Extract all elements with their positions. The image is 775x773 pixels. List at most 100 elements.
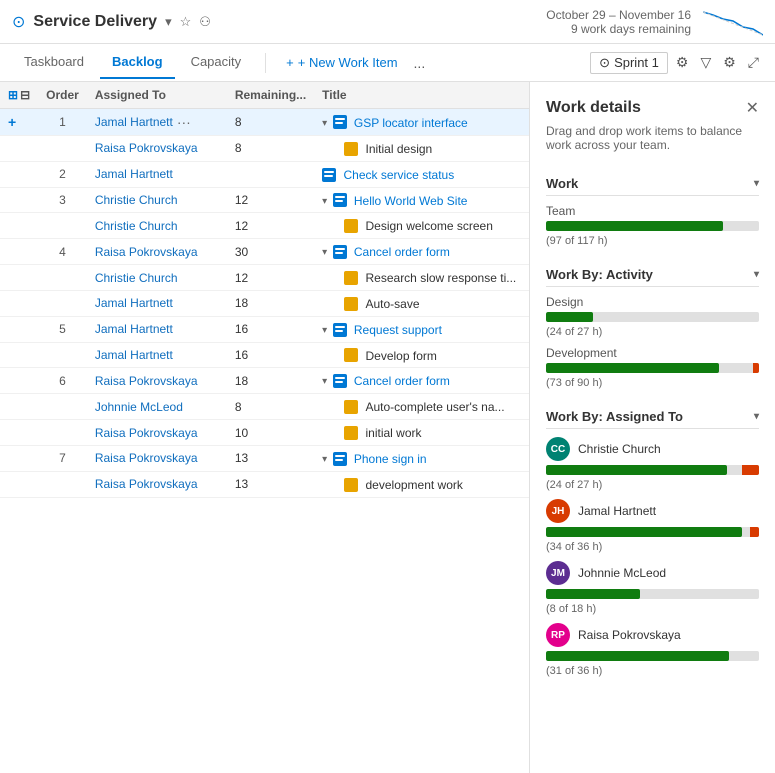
assigned-link[interactable]: Raisa Pokrovskaya bbox=[95, 426, 198, 440]
christie-bar-container bbox=[546, 465, 759, 475]
assigned-cell: Raisa Pokrovskaya bbox=[87, 420, 227, 446]
work-by-activity-header[interactable]: Work By: Activity ▾ bbox=[546, 259, 759, 287]
new-work-item-button[interactable]: + + New Work Item bbox=[278, 51, 405, 74]
person-name: Christie Church bbox=[578, 442, 661, 456]
collapse-arrow[interactable]: ▾ bbox=[322, 454, 327, 465]
close-button[interactable]: ✕ bbox=[746, 98, 759, 118]
item-title[interactable]: Phone sign in bbox=[354, 452, 427, 466]
person-name: Raisa Pokrovskaya bbox=[578, 628, 681, 642]
work-by-activity-section: Work By: Activity ▾ Design (24 of 27 h) … bbox=[546, 259, 759, 389]
design-bar-container bbox=[546, 312, 759, 322]
table-row: Christie Church 12 Research slow respons… bbox=[0, 265, 529, 291]
add-cell[interactable]: + bbox=[0, 109, 38, 136]
title-cell: Develop form bbox=[314, 342, 529, 368]
new-work-item-label: + New Work Item bbox=[298, 55, 398, 70]
title-cell: ▾ Request support bbox=[314, 316, 529, 342]
assigned-link[interactable]: Jamal Hartnett bbox=[95, 296, 173, 310]
item-title[interactable]: Cancel order form bbox=[354, 245, 450, 259]
assigned-link[interactable]: Jamal Hartnett bbox=[95, 167, 173, 181]
collapse-arrow[interactable]: ▾ bbox=[322, 325, 327, 336]
sprint-icon: ⊙ bbox=[599, 55, 610, 71]
title-cell: Initial design bbox=[314, 136, 529, 162]
title-cell: ▾ Cancel order form bbox=[314, 368, 529, 394]
row-dots-button[interactable]: ··· bbox=[177, 114, 191, 130]
filter-icon[interactable]: ▽ bbox=[696, 52, 715, 73]
tab-backlog[interactable]: Backlog bbox=[100, 46, 175, 79]
tab-taskboard[interactable]: Taskboard bbox=[12, 46, 96, 79]
item-title[interactable]: Check service status bbox=[344, 168, 455, 182]
collapse-arrow[interactable]: ▾ bbox=[322, 118, 327, 129]
team-bar-fill bbox=[546, 221, 723, 231]
item-title[interactable]: Develop form bbox=[366, 348, 437, 362]
table-row: Jamal Hartnett 16 Develop form bbox=[0, 342, 529, 368]
chevron-down-icon[interactable]: ▾ bbox=[165, 14, 172, 30]
settings-icon[interactable]: ⚙ bbox=[719, 52, 740, 73]
assigned-cell: Raisa Pokrovskaya bbox=[87, 368, 227, 394]
item-title[interactable]: initial work bbox=[366, 426, 422, 440]
item-title[interactable]: Initial design bbox=[366, 142, 433, 156]
item-title[interactable]: Request support bbox=[354, 323, 442, 337]
assigned-link[interactable]: Jamal Hartnett bbox=[95, 348, 173, 362]
title-cell: development work bbox=[314, 471, 529, 497]
work-item-icon bbox=[333, 245, 347, 259]
item-title[interactable]: Auto-complete user's na... bbox=[366, 400, 505, 414]
add-cell bbox=[0, 368, 38, 394]
add-icon[interactable]: ⊞ bbox=[8, 88, 18, 102]
remaining-cell bbox=[227, 161, 314, 187]
remaining-cell: 8 bbox=[227, 394, 314, 420]
assigned-link[interactable]: Raisa Pokrovskaya bbox=[95, 245, 198, 259]
item-title[interactable]: Hello World Web Site bbox=[354, 193, 468, 207]
assigned-link[interactable]: Christie Church bbox=[95, 271, 178, 285]
assigned-link[interactable]: Christie Church bbox=[95, 219, 178, 233]
work-item-icon bbox=[322, 168, 336, 182]
table-row: 7 Raisa Pokrovskaya 13 ▾ Phone sign in bbox=[0, 445, 529, 471]
assigned-link[interactable]: Christie Church bbox=[95, 193, 178, 207]
work-by-assigned-header[interactable]: Work By: Assigned To ▾ bbox=[546, 401, 759, 429]
item-title[interactable]: development work bbox=[366, 478, 463, 492]
assigned-link[interactable]: Raisa Pokrovskaya bbox=[95, 477, 198, 491]
assigned-cell: Christie Church bbox=[87, 187, 227, 213]
work-details-panel: Work details ✕ Drag and drop work items … bbox=[530, 82, 775, 773]
table-row: Raisa Pokrovskaya 10 initial work bbox=[0, 420, 529, 446]
assigned-link[interactable]: Raisa Pokrovskaya bbox=[95, 141, 198, 155]
collapse-arrow[interactable]: ▾ bbox=[322, 376, 327, 387]
table-row: Christie Church 12 Design welcome screen bbox=[0, 213, 529, 239]
table-row: 4 Raisa Pokrovskaya 30 ▾ Cancel order fo… bbox=[0, 239, 529, 265]
collapse-arrow[interactable]: ▾ bbox=[322, 247, 327, 258]
more-options-button[interactable]: ... bbox=[410, 53, 430, 73]
assigned-link[interactable]: Raisa Pokrovskaya bbox=[95, 374, 198, 388]
filter-settings-icon[interactable]: ⚙ bbox=[672, 52, 693, 73]
avatar: RP bbox=[546, 623, 570, 647]
item-title[interactable]: Auto-save bbox=[366, 297, 420, 311]
item-title[interactable]: GSP locator interface bbox=[354, 115, 468, 129]
collapse-arrow[interactable]: ▾ bbox=[322, 196, 327, 207]
people-icon[interactable]: ⚇ bbox=[199, 14, 211, 30]
nav-divider bbox=[265, 53, 266, 73]
work-by-assigned-label: Work By: Assigned To bbox=[546, 409, 683, 424]
item-title[interactable]: Cancel order form bbox=[354, 374, 450, 388]
christie-bar-sub: (24 of 27 h) bbox=[546, 479, 759, 491]
favorite-icon[interactable]: ☆ bbox=[180, 14, 192, 30]
avatar: JH bbox=[546, 499, 570, 523]
fullscreen-icon[interactable]: ⤢ bbox=[744, 52, 763, 73]
remaining-cell: 8 bbox=[227, 109, 314, 136]
toggle-icon[interactable]: ⊟ bbox=[20, 88, 30, 102]
add-cell bbox=[0, 136, 38, 162]
sprint-burndown-chart bbox=[703, 7, 763, 37]
item-title[interactable]: Research slow response ti... bbox=[366, 271, 517, 285]
assigned-cell: Johnnie McLeod bbox=[87, 394, 227, 420]
work-by-activity-label: Work By: Activity bbox=[546, 267, 653, 282]
assigned-link[interactable]: Jamal Hartnett bbox=[95, 322, 173, 336]
work-section-header[interactable]: Work ▾ bbox=[546, 168, 759, 196]
tab-capacity[interactable]: Capacity bbox=[179, 46, 254, 79]
sprint-badge[interactable]: ⊙ Sprint 1 bbox=[590, 52, 668, 74]
order-cell bbox=[38, 420, 87, 446]
table-row: 3 Christie Church 12 ▾ Hello World Web S… bbox=[0, 187, 529, 213]
assigned-link[interactable]: Johnnie McLeod bbox=[95, 400, 183, 414]
title-cell: ▾ Cancel order form bbox=[314, 239, 529, 265]
assigned-link[interactable]: Raisa Pokrovskaya bbox=[95, 451, 198, 465]
remaining-cell: 16 bbox=[227, 342, 314, 368]
assigned-link[interactable]: Jamal Hartnett bbox=[95, 115, 173, 129]
item-title[interactable]: Design welcome screen bbox=[366, 219, 493, 233]
work-item-icon bbox=[333, 115, 347, 129]
